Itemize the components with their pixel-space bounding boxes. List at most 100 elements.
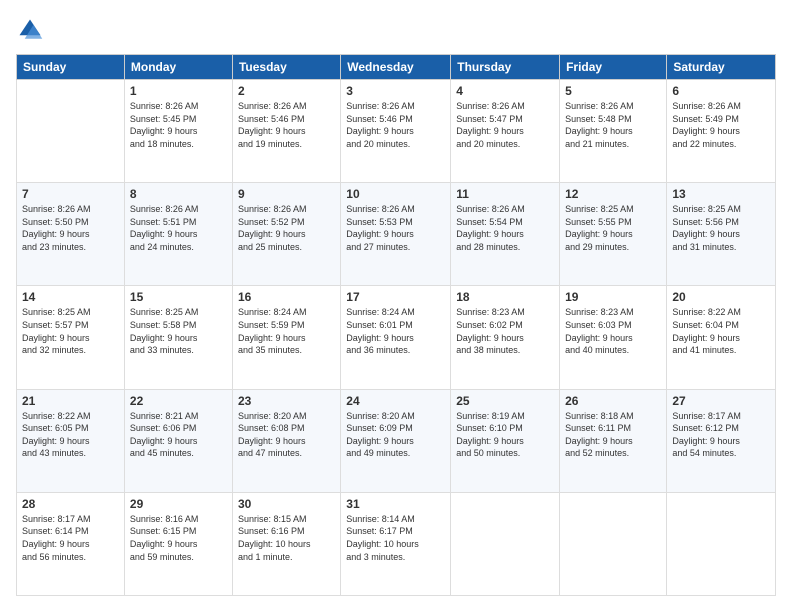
calendar-cell: 6Sunrise: 8:26 AM Sunset: 5:49 PM Daylig… [667, 80, 776, 183]
calendar-cell: 24 Sunrise: 8:20 AM Sunset: 6:09 PM Dayli… [341, 389, 451, 492]
day-info: Sunrise: 8:26 AM Sunset: 5:53 PM Dayligh… [346, 203, 445, 253]
calendar-week-row: 21 Sunrise: 8:22 AM Sunset: 6:05 PM Dayli… [17, 389, 776, 492]
day-number: 17 [346, 290, 445, 304]
calendar-cell: 17 Sunrise: 8:24 AM Sunset: 6:01 PM Dayli… [341, 286, 451, 389]
calendar-cell: 3 Sunrise: 8:26 AM Sunset: 5:46 PM Daylig… [341, 80, 451, 183]
weekday-header-row: SundayMondayTuesdayWednesdayThursdayFrid… [17, 55, 776, 80]
day-info: Sunrise: 8:26 AM Sunset: 5:46 PM Dayligh… [238, 100, 335, 150]
day-info: Sunrise: 8:24 AM Sunset: 6:01 PM Dayligh… [346, 306, 445, 356]
calendar-cell: 14Sunrise: 8:25 AM Sunset: 5:57 PM Dayli… [17, 286, 125, 389]
calendar-cell: 20 Sunrise: 8:22 AM Sunset: 6:04 PM Dayli… [667, 286, 776, 389]
weekday-header: Monday [124, 55, 232, 80]
day-info: Sunrise: 8:23 AM Sunset: 6:03 PM Dayligh… [565, 306, 661, 356]
day-number: 18 [456, 290, 554, 304]
day-info: Sunrise: 8:18 AM Sunset: 6:11 PM Dayligh… [565, 410, 661, 460]
calendar-cell: 27 Sunrise: 8:17 AM Sunset: 6:12 PM Dayli… [667, 389, 776, 492]
calendar-cell [560, 492, 667, 595]
calendar-page: SundayMondayTuesdayWednesdayThursdayFrid… [0, 0, 792, 612]
day-info: Sunrise: 8:22 AM Sunset: 6:04 PM Dayligh… [672, 306, 770, 356]
logo-icon [16, 16, 44, 44]
calendar-cell: 12Sunrise: 8:25 AM Sunset: 5:55 PM Dayli… [560, 183, 667, 286]
calendar-cell: 25Sunrise: 8:19 AM Sunset: 6:10 PM Dayli… [451, 389, 560, 492]
weekday-header: Friday [560, 55, 667, 80]
day-info: Sunrise: 8:21 AM Sunset: 6:06 PM Dayligh… [130, 410, 227, 460]
day-number: 8 [130, 187, 227, 201]
day-info: Sunrise: 8:26 AM Sunset: 5:52 PM Dayligh… [238, 203, 335, 253]
calendar-week-row: 1 Sunrise: 8:26 AM Sunset: 5:45 PM Daylig… [17, 80, 776, 183]
day-info: Sunrise: 8:26 AM Sunset: 5:51 PM Dayligh… [130, 203, 227, 253]
header [16, 16, 776, 44]
day-info: Sunrise: 8:26 AM Sunset: 5:46 PM Dayligh… [346, 100, 445, 150]
calendar-cell: 21 Sunrise: 8:22 AM Sunset: 6:05 PM Dayli… [17, 389, 125, 492]
calendar-cell: 29 Sunrise: 8:16 AM Sunset: 6:15 PM Dayli… [124, 492, 232, 595]
day-number: 11 [456, 187, 554, 201]
day-number: 20 [672, 290, 770, 304]
day-info: Sunrise: 8:20 AM Sunset: 6:08 PM Dayligh… [238, 410, 335, 460]
day-info: Sunrise: 8:16 AM Sunset: 6:15 PM Dayligh… [130, 513, 227, 563]
calendar-table: SundayMondayTuesdayWednesdayThursdayFrid… [16, 54, 776, 596]
calendar-cell: 19 Sunrise: 8:23 AM Sunset: 6:03 PM Dayli… [560, 286, 667, 389]
day-number: 29 [130, 497, 227, 511]
day-number: 21 [22, 394, 119, 408]
calendar-cell: 15 Sunrise: 8:25 AM Sunset: 5:58 PM Dayli… [124, 286, 232, 389]
weekday-header: Wednesday [341, 55, 451, 80]
day-number: 30 [238, 497, 335, 511]
day-number: 4 [456, 84, 554, 98]
weekday-header: Saturday [667, 55, 776, 80]
day-info: Sunrise: 8:17 AM Sunset: 6:14 PM Dayligh… [22, 513, 119, 563]
calendar-cell [17, 80, 125, 183]
weekday-header: Sunday [17, 55, 125, 80]
calendar-week-row: 28 Sunrise: 8:17 AM Sunset: 6:14 PM Dayli… [17, 492, 776, 595]
calendar-cell: 18 Sunrise: 8:23 AM Sunset: 6:02 PM Dayli… [451, 286, 560, 389]
day-info: Sunrise: 8:20 AM Sunset: 6:09 PM Dayligh… [346, 410, 445, 460]
day-info: Sunrise: 8:26 AM Sunset: 5:49 PM Dayligh… [672, 100, 770, 150]
calendar-cell: 8 Sunrise: 8:26 AM Sunset: 5:51 PM Daylig… [124, 183, 232, 286]
day-number: 22 [130, 394, 227, 408]
calendar-cell: 26 Sunrise: 8:18 AM Sunset: 6:11 PM Dayli… [560, 389, 667, 492]
day-number: 19 [565, 290, 661, 304]
day-number: 5 [565, 84, 661, 98]
day-info: Sunrise: 8:24 AM Sunset: 5:59 PM Dayligh… [238, 306, 335, 356]
day-info: Sunrise: 8:26 AM Sunset: 5:45 PM Dayligh… [130, 100, 227, 150]
calendar-cell: 23Sunrise: 8:20 AM Sunset: 6:08 PM Dayli… [232, 389, 340, 492]
day-number: 28 [22, 497, 119, 511]
calendar-cell: 28 Sunrise: 8:17 AM Sunset: 6:14 PM Dayli… [17, 492, 125, 595]
calendar-cell: 9 Sunrise: 8:26 AM Sunset: 5:52 PM Daylig… [232, 183, 340, 286]
day-number: 12 [565, 187, 661, 201]
day-info: Sunrise: 8:15 AM Sunset: 6:16 PM Dayligh… [238, 513, 335, 563]
day-info: Sunrise: 8:22 AM Sunset: 6:05 PM Dayligh… [22, 410, 119, 460]
day-number: 26 [565, 394, 661, 408]
day-number: 2 [238, 84, 335, 98]
day-info: Sunrise: 8:26 AM Sunset: 5:47 PM Dayligh… [456, 100, 554, 150]
day-number: 13 [672, 187, 770, 201]
calendar-cell: 5 Sunrise: 8:26 AM Sunset: 5:48 PM Daylig… [560, 80, 667, 183]
day-number: 7 [22, 187, 119, 201]
day-info: Sunrise: 8:14 AM Sunset: 6:17 PM Dayligh… [346, 513, 445, 563]
calendar-cell: 13Sunrise: 8:25 AM Sunset: 5:56 PM Dayli… [667, 183, 776, 286]
day-number: 24 [346, 394, 445, 408]
calendar-week-row: 14Sunrise: 8:25 AM Sunset: 5:57 PM Dayli… [17, 286, 776, 389]
calendar-cell: 7 Sunrise: 8:26 AM Sunset: 5:50 PM Daylig… [17, 183, 125, 286]
calendar-cell: 10 Sunrise: 8:26 AM Sunset: 5:53 PM Dayli… [341, 183, 451, 286]
calendar-cell: 31Sunrise: 8:14 AM Sunset: 6:17 PM Dayli… [341, 492, 451, 595]
day-info: Sunrise: 8:26 AM Sunset: 5:50 PM Dayligh… [22, 203, 119, 253]
day-info: Sunrise: 8:23 AM Sunset: 6:02 PM Dayligh… [456, 306, 554, 356]
day-info: Sunrise: 8:25 AM Sunset: 5:57 PM Dayligh… [22, 306, 119, 356]
day-number: 15 [130, 290, 227, 304]
weekday-header: Thursday [451, 55, 560, 80]
calendar-cell: 30 Sunrise: 8:15 AM Sunset: 6:16 PM Dayli… [232, 492, 340, 595]
day-number: 9 [238, 187, 335, 201]
day-info: Sunrise: 8:26 AM Sunset: 5:48 PM Dayligh… [565, 100, 661, 150]
calendar-cell: 4 Sunrise: 8:26 AM Sunset: 5:47 PM Daylig… [451, 80, 560, 183]
day-info: Sunrise: 8:25 AM Sunset: 5:58 PM Dayligh… [130, 306, 227, 356]
day-number: 1 [130, 84, 227, 98]
day-number: 25 [456, 394, 554, 408]
day-number: 3 [346, 84, 445, 98]
calendar-week-row: 7 Sunrise: 8:26 AM Sunset: 5:50 PM Daylig… [17, 183, 776, 286]
day-number: 10 [346, 187, 445, 201]
day-number: 27 [672, 394, 770, 408]
day-info: Sunrise: 8:17 AM Sunset: 6:12 PM Dayligh… [672, 410, 770, 460]
calendar-cell: 2 Sunrise: 8:26 AM Sunset: 5:46 PM Daylig… [232, 80, 340, 183]
day-info: Sunrise: 8:26 AM Sunset: 5:54 PM Dayligh… [456, 203, 554, 253]
logo [16, 16, 48, 44]
